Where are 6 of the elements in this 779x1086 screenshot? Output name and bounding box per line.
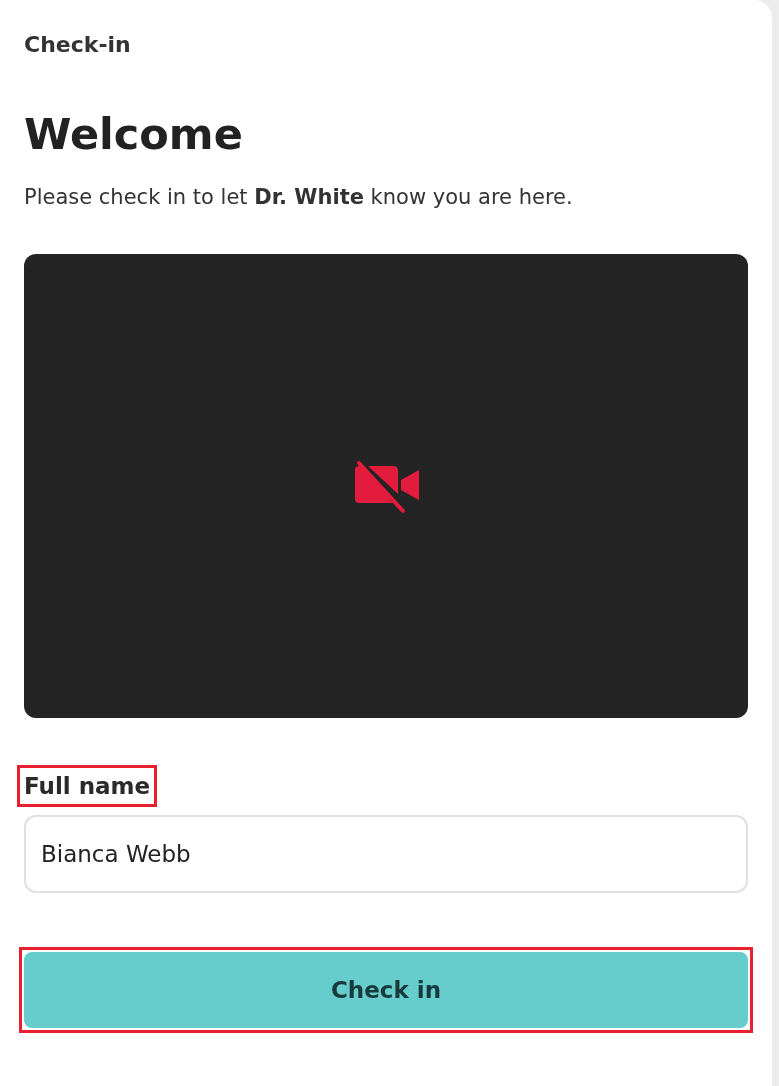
welcome-heading: Welcome: [24, 108, 243, 160]
check-in-button[interactable]: Check in: [24, 952, 748, 1028]
name-field[interactable]: Bianca Webb: [24, 815, 748, 893]
page-title: Check-in: [24, 31, 131, 59]
intro-text: Please check in to let Dr. White know you are here.: [24, 184, 573, 211]
field-label: Full name: [24, 772, 151, 801]
